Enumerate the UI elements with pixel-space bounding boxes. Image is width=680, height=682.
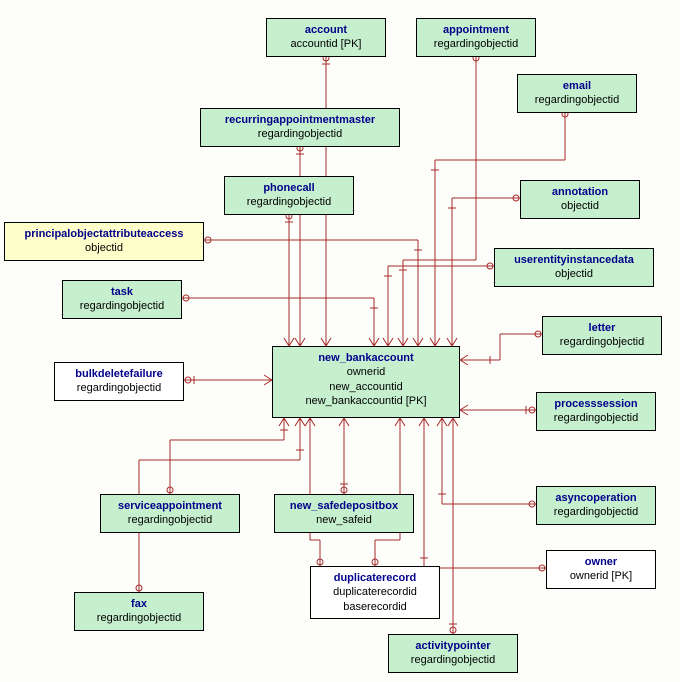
entity-attr: regardingobjectid <box>81 611 197 625</box>
entity-title: duplicaterecord <box>317 571 433 585</box>
entity-annotation: annotationobjectid <box>520 180 640 219</box>
entity-activitypointer: activitypointerregardingobjectid <box>388 634 518 673</box>
entity-attr: new_bankaccountid [PK] <box>279 394 453 408</box>
entity-attr: regardingobjectid <box>61 381 177 395</box>
entity-attr: regardingobjectid <box>231 195 347 209</box>
entity-duplicaterecord: duplicaterecordduplicaterecordidbasereco… <box>310 566 440 619</box>
entity-title: serviceappointment <box>107 499 233 513</box>
entity-title: recurringappointmentmaster <box>207 113 393 127</box>
entity-title: letter <box>549 321 655 335</box>
entity-principal: principalobjectattributeaccessobjectid <box>4 222 204 261</box>
entity-attr: regardingobjectid <box>207 127 393 141</box>
entity-account: accountaccountid [PK] <box>266 18 386 57</box>
entity-title: email <box>524 79 630 93</box>
entity-attr: regardingobjectid <box>549 335 655 349</box>
entity-title: new_safedepositbox <box>281 499 407 513</box>
entity-title: appointment <box>423 23 529 37</box>
entity-title: owner <box>553 555 649 569</box>
entity-recurringappointmentmaster: recurringappointmentmasterregardingobjec… <box>200 108 400 147</box>
entity-attr: new_safeid <box>281 513 407 527</box>
entity-attr: objectid <box>501 267 647 281</box>
entity-title: new_bankaccount <box>279 351 453 365</box>
entity-email: emailregardingobjectid <box>517 74 637 113</box>
entity-title: asyncoperation <box>543 491 649 505</box>
entity-title: bulkdeletefailure <box>61 367 177 381</box>
entity-attr: objectid <box>11 241 197 255</box>
entity-attr: objectid <box>527 199 633 213</box>
entity-title: processsession <box>543 397 649 411</box>
entity-attr: baserecordid <box>317 600 433 614</box>
entity-serviceappointment: serviceappointmentregardingobjectid <box>100 494 240 533</box>
entity-title: annotation <box>527 185 633 199</box>
entity-attr: regardingobjectid <box>69 299 175 313</box>
entity-processsession: processsessionregardingobjectid <box>536 392 656 431</box>
entity-title: principalobjectattributeaccess <box>11 227 197 241</box>
entity-title: phonecall <box>231 181 347 195</box>
entity-appointment: appointmentregardingobjectid <box>416 18 536 57</box>
entity-attr: regardingobjectid <box>543 505 649 519</box>
entity-new_bankaccount: new_bankaccountowneridnew_accountidnew_b… <box>272 346 460 418</box>
entity-title: userentityinstancedata <box>501 253 647 267</box>
entity-attr: regardingobjectid <box>395 653 511 667</box>
entity-asyncoperation: asyncoperationregardingobjectid <box>536 486 656 525</box>
entity-title: fax <box>81 597 197 611</box>
entity-phonecall: phonecallregardingobjectid <box>224 176 354 215</box>
entity-task: taskregardingobjectid <box>62 280 182 319</box>
entity-fax: faxregardingobjectid <box>74 592 204 631</box>
entity-bulkdeletefailure: bulkdeletefailureregardingobjectid <box>54 362 184 401</box>
entity-new_safedepositbox: new_safedepositboxnew_safeid <box>274 494 414 533</box>
entity-attr: regardingobjectid <box>107 513 233 527</box>
entity-attr: accountid [PK] <box>273 37 379 51</box>
entity-attr: ownerid [PK] <box>553 569 649 583</box>
entity-attr: new_accountid <box>279 380 453 394</box>
entity-attr: regardingobjectid <box>543 411 649 425</box>
entity-owner: ownerownerid [PK] <box>546 550 656 589</box>
entity-title: account <box>273 23 379 37</box>
entity-letter: letterregardingobjectid <box>542 316 662 355</box>
entity-title: task <box>69 285 175 299</box>
entity-attr: regardingobjectid <box>423 37 529 51</box>
entity-userentityinstancedata: userentityinstancedataobjectid <box>494 248 654 287</box>
entity-attr: duplicaterecordid <box>317 585 433 599</box>
entity-attr: regardingobjectid <box>524 93 630 107</box>
entity-attr: ownerid <box>279 365 453 379</box>
entity-title: activitypointer <box>395 639 511 653</box>
